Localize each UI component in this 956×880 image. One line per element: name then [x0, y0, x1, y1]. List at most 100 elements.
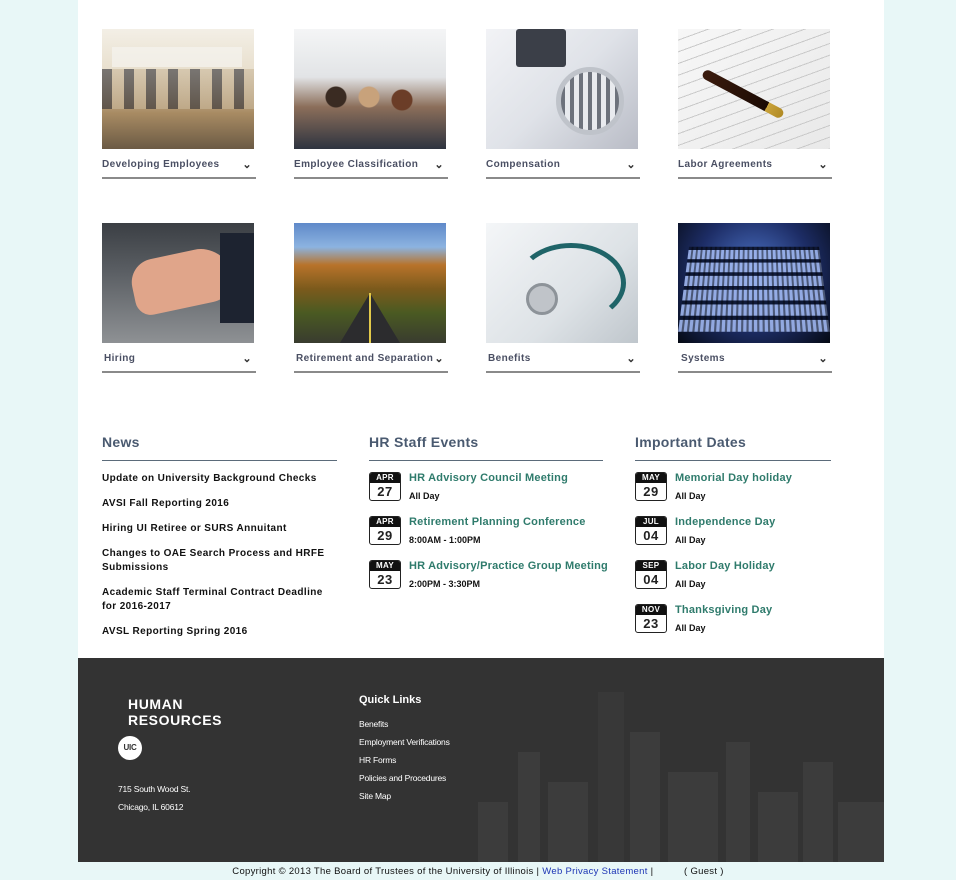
news-item[interactable]: AVSI Fall Reporting 2016 — [102, 497, 337, 511]
date-item: NOV 23 Thanksgiving Day All Day — [635, 604, 831, 648]
tile-caption[interactable]: Benefits ⌄ — [486, 353, 640, 373]
tile-developing-employees[interactable]: Developing Employees ⌄ — [102, 29, 256, 179]
event-item: MAY 23 HR Advisory/Practice Group Meetin… — [369, 560, 608, 604]
tile-caption[interactable]: Labor Agreements ⌄ — [678, 159, 832, 179]
tile-label: Retirement and Separation — [296, 353, 434, 364]
brand-line-1: HUMAN — [128, 696, 184, 712]
quick-link-benefits[interactable]: Benefits — [359, 719, 388, 729]
calendar-icon: JUL 04 — [635, 516, 667, 545]
date-time: All Day — [675, 579, 706, 589]
tile-hiring[interactable]: Hiring ⌄ — [102, 223, 256, 373]
calendar-day: 29 — [643, 484, 659, 499]
chevron-down-icon[interactable]: ⌄ — [242, 352, 252, 365]
calendar-day: 29 — [377, 528, 393, 543]
calendar-day: 04 — [643, 528, 659, 543]
city-skyline-image — [458, 682, 884, 862]
team-meeting-image[interactable] — [294, 29, 446, 149]
news-item[interactable]: Academic Staff Terminal Contract Deadlin… — [102, 586, 337, 614]
calendar-month: MAY — [370, 561, 400, 571]
copyright-text: Copyright © 2013 The Board of Trustees o… — [232, 866, 534, 877]
news-item[interactable]: Hiring UI Retiree or SURS Annuitant — [102, 522, 337, 536]
tile-systems[interactable]: Systems ⌄ — [678, 223, 832, 373]
calendar-icon: MAY 29 — [635, 472, 667, 501]
event-item: APR 27 HR Advisory Council Meeting All D… — [369, 472, 603, 516]
chevron-down-icon[interactable]: ⌄ — [242, 158, 252, 171]
tile-label: Employee Classification — [294, 159, 419, 170]
news-item[interactable]: Changes to OAE Search Process and HRFE S… — [102, 547, 337, 575]
chevron-down-icon[interactable]: ⌄ — [626, 352, 636, 365]
news-item[interactable]: AVSL Reporting Spring 2016 — [102, 625, 337, 639]
news-item[interactable]: Update on University Background Checks — [102, 472, 337, 486]
date-title-link[interactable]: Independence Day — [675, 516, 775, 528]
tile-retirement-separation[interactable]: Retirement and Separation ⌄ — [294, 223, 448, 373]
calendar-month: APR — [370, 517, 400, 527]
quick-link-site-map[interactable]: Site Map — [359, 791, 391, 801]
tile-benefits[interactable]: Benefits ⌄ — [486, 223, 640, 373]
keyboard-image[interactable] — [678, 223, 830, 343]
tile-label: Hiring — [104, 353, 136, 364]
tile-label: Labor Agreements — [678, 159, 773, 170]
date-time: All Day — [675, 491, 706, 501]
tile-caption[interactable]: Systems ⌄ — [678, 353, 832, 373]
event-title-link[interactable]: HR Advisory/Practice Group Meeting — [409, 560, 608, 572]
chevron-down-icon[interactable]: ⌄ — [434, 158, 444, 171]
quick-links-heading: Quick Links — [359, 694, 422, 706]
quick-link-employment-verifications[interactable]: Employment Verifications — [359, 737, 450, 747]
news-section: News Update on University Background Che… — [102, 434, 337, 650]
event-title-link[interactable]: Retirement Planning Conference — [409, 516, 586, 528]
event-time: 8:00AM - 1:00PM — [409, 535, 481, 545]
tile-label: Systems — [681, 353, 725, 364]
calendar-month: MAY — [636, 473, 666, 483]
calendar-month: JUL — [636, 517, 666, 527]
address-line-1: 715 South Wood St. — [118, 784, 191, 794]
calendar-day: 27 — [377, 484, 393, 499]
quick-link-hr-forms[interactable]: HR Forms — [359, 755, 396, 765]
calendar-icon: NOV 23 — [635, 604, 667, 633]
chevron-down-icon[interactable]: ⌄ — [434, 352, 444, 365]
tile-caption[interactable]: Retirement and Separation ⌄ — [294, 353, 448, 373]
pen-notebook-image[interactable] — [678, 29, 830, 149]
calculator-chart-image[interactable] — [486, 29, 638, 149]
calendar-day: 23 — [643, 616, 659, 631]
tile-caption[interactable]: Developing Employees ⌄ — [102, 159, 256, 179]
date-title-link[interactable]: Labor Day Holiday — [675, 560, 775, 572]
tile-label: Benefits — [488, 353, 531, 364]
news-heading: News — [102, 434, 337, 461]
date-item: SEP 04 Labor Day Holiday All Day — [635, 560, 831, 604]
date-time: All Day — [675, 535, 706, 545]
event-title-link[interactable]: HR Advisory Council Meeting — [409, 472, 568, 484]
date-title-link[interactable]: Thanksgiving Day — [675, 604, 772, 616]
footer: HUMAN RESOURCES UIC 715 South Wood St. C… — [78, 658, 884, 862]
tile-caption[interactable]: Compensation ⌄ — [486, 159, 640, 179]
important-dates-section: Important Dates MAY 29 Memorial Day holi… — [635, 434, 831, 648]
event-time: All Day — [409, 491, 440, 501]
stethoscope-image[interactable] — [486, 223, 638, 343]
separator: | — [650, 866, 654, 877]
user-status: ( Guest ) — [684, 866, 724, 877]
handshake-image[interactable] — [102, 223, 254, 343]
tile-caption[interactable]: Hiring ⌄ — [102, 353, 256, 373]
office-workers-image[interactable] — [102, 29, 254, 149]
uic-logo-icon: UIC — [118, 736, 142, 760]
chevron-down-icon[interactable]: ⌄ — [626, 158, 636, 171]
autumn-road-image[interactable] — [294, 223, 446, 343]
event-item: APR 29 Retirement Planning Conference 8:… — [369, 516, 603, 560]
date-time: All Day — [675, 623, 706, 633]
privacy-statement-link[interactable]: Web Privacy Statement — [542, 866, 647, 877]
date-title-link[interactable]: Memorial Day holiday — [675, 472, 792, 484]
events-heading: HR Staff Events — [369, 434, 603, 461]
tile-compensation[interactable]: Compensation ⌄ — [486, 29, 640, 179]
tile-labor-agreements[interactable]: Labor Agreements ⌄ — [678, 29, 832, 179]
quick-link-policies[interactable]: Policies and Procedures — [359, 773, 446, 783]
tile-caption[interactable]: Employee Classification ⌄ — [294, 159, 448, 179]
login-link[interactable]: Login — [656, 866, 681, 877]
date-item: JUL 04 Independence Day All Day — [635, 516, 831, 560]
date-item: MAY 29 Memorial Day holiday All Day — [635, 472, 831, 516]
news-list: Update on University Background Checks A… — [102, 472, 337, 639]
brand-line-2: RESOURCES — [128, 712, 223, 728]
copyright-bar: Copyright © 2013 The Board of Trustees o… — [0, 866, 956, 877]
chevron-down-icon[interactable]: ⌄ — [818, 352, 828, 365]
chevron-down-icon[interactable]: ⌄ — [818, 158, 828, 171]
hr-brand-logo: HUMAN RESOURCES — [128, 696, 222, 728]
tile-employee-classification[interactable]: Employee Classification ⌄ — [294, 29, 448, 179]
